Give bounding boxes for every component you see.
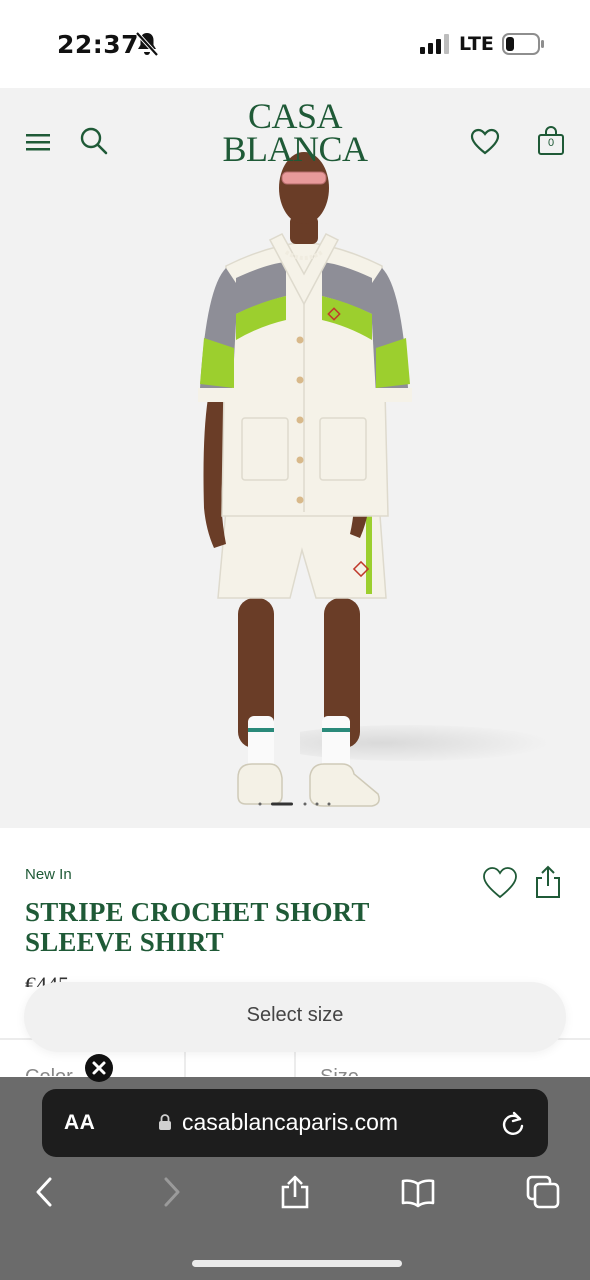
- close-button[interactable]: [85, 1054, 113, 1082]
- home-indicator[interactable]: [192, 1260, 402, 1267]
- close-icon: [92, 1061, 106, 1075]
- color-selector[interactable]: Color: [25, 1066, 73, 1076]
- product-gallery[interactable]: CASA BLANCA 0: [0, 88, 590, 828]
- url-text[interactable]: casablancaparis.com: [182, 1109, 398, 1136]
- model-photo: [198, 152, 412, 807]
- carousel-dots[interactable]: [255, 801, 335, 807]
- bell-slash-icon: [135, 31, 159, 57]
- product-title: STRIPE CROCHET SHORT SLEEVE SHIRT: [25, 897, 370, 957]
- brand-logo-line2: BLANCA: [222, 129, 368, 169]
- select-size-button[interactable]: Select size: [24, 982, 566, 1052]
- reader-settings-button[interactable]: AA: [64, 1111, 95, 1135]
- status-bar: 22:37 LTE: [0, 0, 590, 88]
- heart-icon[interactable]: [482, 866, 518, 900]
- share-icon[interactable]: [533, 864, 563, 900]
- brand-logo[interactable]: CASA BLANCA: [0, 98, 590, 169]
- status-time: 22:37: [57, 30, 140, 59]
- bookmarks-icon[interactable]: [401, 1175, 435, 1209]
- network-label: LTE: [459, 33, 494, 55]
- product-info: New In STRIPE CROCHET SHORT SLEEVE SHIRT…: [0, 828, 590, 1082]
- tabs-icon[interactable]: [526, 1175, 560, 1209]
- address-bar[interactable]: AA casablancaparis.com: [42, 1089, 548, 1157]
- reload-icon[interactable]: [500, 1109, 526, 1137]
- new-in-badge: New In: [25, 866, 72, 883]
- battery-icon: [502, 33, 544, 55]
- forward-icon[interactable]: [154, 1175, 188, 1209]
- back-icon[interactable]: [28, 1175, 62, 1209]
- signal-icon: [420, 34, 449, 54]
- browser-toolbar: AA casablancaparis.com: [0, 1077, 590, 1280]
- select-size-label: Select size: [246, 1004, 344, 1026]
- size-selector[interactable]: Size: [320, 1066, 359, 1076]
- lock-icon: [159, 1114, 171, 1130]
- share-sheet-icon[interactable]: [278, 1175, 312, 1209]
